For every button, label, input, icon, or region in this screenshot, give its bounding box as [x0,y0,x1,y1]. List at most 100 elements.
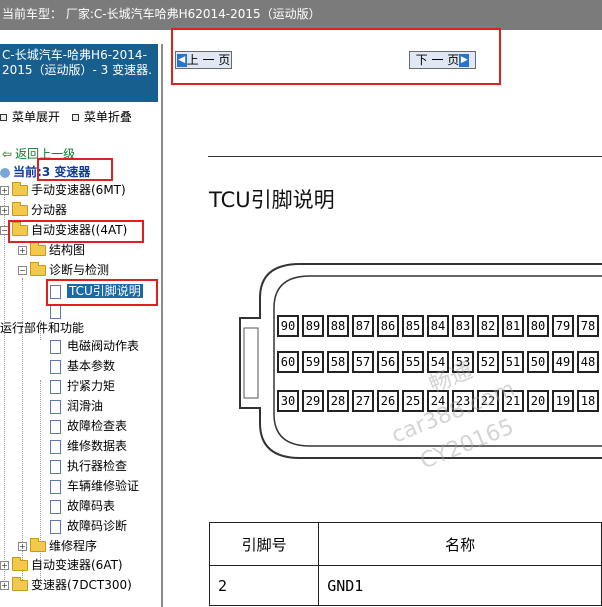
square-icon [71,114,79,121]
user-icon [0,167,10,178]
pin-cell: 89 [302,315,324,337]
document-icon [50,519,61,534]
tree-item-transfer-case[interactable]: + 分动器 [0,201,67,219]
pin-cell: 28 [327,390,349,412]
nav-header: C-长城汽车-哈弗H6-2014-2015（运动版）- 3 变速器. [0,44,158,102]
nav-header-text: C-长城汽车-哈弗H6-2014-2015（运动版）- 3 变速器. [2,48,152,77]
left-nav-panel: C-长城汽车-哈弗H6-2014-2015（运动版）- 3 变速器. 菜单展开 … [0,44,162,607]
pin-cell: 52 [477,351,499,373]
tree-item-leaf[interactable]: 故障码表 [50,497,115,515]
pin-cell: 86 [377,315,399,337]
menu-ops: 菜单展开 菜单折叠 [0,108,140,125]
document-icon [50,304,61,319]
pin-cell: 79 [552,315,574,337]
pin-name-cell: GND1 [318,565,602,606]
tree-item-leaf[interactable]: 电磁阀动作表 [50,337,139,355]
document-icon [50,499,61,514]
page-title: TCU引脚说明 [209,188,335,212]
pin-cell: 90 [277,315,299,337]
pin-cell: 20 [527,390,549,412]
pin-cell: 81 [502,315,524,337]
pin-cell: 59 [302,351,324,373]
tree-item-leaf[interactable]: 润滑油 [50,397,103,415]
pin-cell: 82 [477,315,499,337]
highlight-box [8,220,144,243]
document-icon [50,399,61,414]
current-model-label: 当前车型： 厂家:C-长城汽车哈弗H62014-2015（运动版） [2,7,321,21]
pin-cell: 26 [377,390,399,412]
highlight-box [46,279,158,306]
pin-cell: 56 [377,351,399,373]
document-icon [50,479,61,494]
folder-icon [12,577,28,591]
pin-cell: 50 [527,351,549,373]
tree-item-repair-procedure[interactable]: + 维修程序 [18,537,97,555]
expand-plus-icon: + [0,186,9,195]
pin-cell: 80 [527,315,549,337]
folder-icon [30,242,46,256]
pin-cell: 18 [577,390,599,412]
document-icon [50,439,61,454]
expand-plus-icon: + [0,206,9,215]
pin-cell: 51 [502,351,524,373]
pin-cell: 48 [577,351,599,373]
pin-cell: 87 [352,315,374,337]
tree-item-manual-transmission[interactable]: + 手动变速器(6MT) [0,181,126,199]
collapse-minus-icon: − [18,266,27,275]
menu-expand-button[interactable]: 菜单展开 [0,110,64,124]
tree-item-leaf[interactable]: 执行器检查 [50,457,127,475]
pin-cell: 85 [402,315,424,337]
document-icon [50,459,61,474]
square-icon [0,114,7,121]
folder-icon [12,557,28,571]
content-divider [208,156,602,157]
folder-open-icon [30,262,46,276]
tree-item-dct[interactable]: + 变速器(7DCT300) [0,576,132,594]
expand-plus-icon: + [18,246,27,255]
tree-item-running-parts[interactable]: 运行部件和功能 [0,319,84,337]
back-arrow-icon: ⇦ [2,147,13,161]
tree-item-leaf[interactable]: 车辆维修验证 [50,477,139,495]
pin-number-cell: 2 [208,565,320,606]
pin-cell: 19 [552,390,574,412]
document-icon [50,359,61,374]
menu-collapse-button[interactable]: 菜单折叠 [71,110,136,124]
expand-plus-icon: + [0,581,9,590]
document-icon [50,339,61,354]
pin-cell: 27 [352,390,374,412]
panel-splitter[interactable] [161,44,163,607]
document-icon [50,419,61,434]
expand-plus-icon: + [18,542,27,551]
tree-item-leaf[interactable]: 维修数据表 [50,437,127,455]
folder-icon [12,182,28,196]
pin-cell: 78 [577,315,599,337]
tree-item-structure[interactable]: + 结构图 [18,241,85,259]
pin-cell: 49 [552,351,574,373]
pin-table: 引脚号 名称 2 GND1 [208,522,602,606]
pin-row-top: 90 89 88 87 86 85 84 83 82 81 80 79 78 [277,315,602,337]
tree-item-leaf[interactable]: 故障检查表 [50,417,127,435]
pin-cell: 57 [352,351,374,373]
tree-item-leaf[interactable]: 拧紧力矩 [50,377,115,395]
highlight-box [37,158,113,181]
window-title-bar: 当前车型： 厂家:C-长城汽车哈弗H62014-2015（运动版） [0,0,602,30]
pin-cell: 60 [277,351,299,373]
pin-cell: 25 [402,390,424,412]
pin-cell: 84 [427,315,449,337]
tree-item-leaf[interactable]: 故障码诊断 [50,517,127,535]
pin-cell: 29 [302,390,324,412]
folder-icon [12,202,28,216]
pin-cell: 55 [402,351,424,373]
tree-item-diagnosis[interactable]: − 诊断与检测 [18,261,109,279]
column-header-name: 名称 [318,522,602,566]
tree-item-leaf[interactable]: 基本参数 [50,357,115,375]
expand-plus-icon: + [0,561,9,570]
pin-cell: 88 [327,315,349,337]
highlight-box [171,28,501,85]
pin-cell: 83 [452,315,474,337]
pin-cell: 58 [327,351,349,373]
table-header-row: 引脚号 名称 [208,522,602,566]
table-row: 2 GND1 [208,565,602,606]
tree-item-auto-transmission-6at[interactable]: + 自动变速器(6AT) [0,556,123,574]
pin-cell: 30 [277,390,299,412]
